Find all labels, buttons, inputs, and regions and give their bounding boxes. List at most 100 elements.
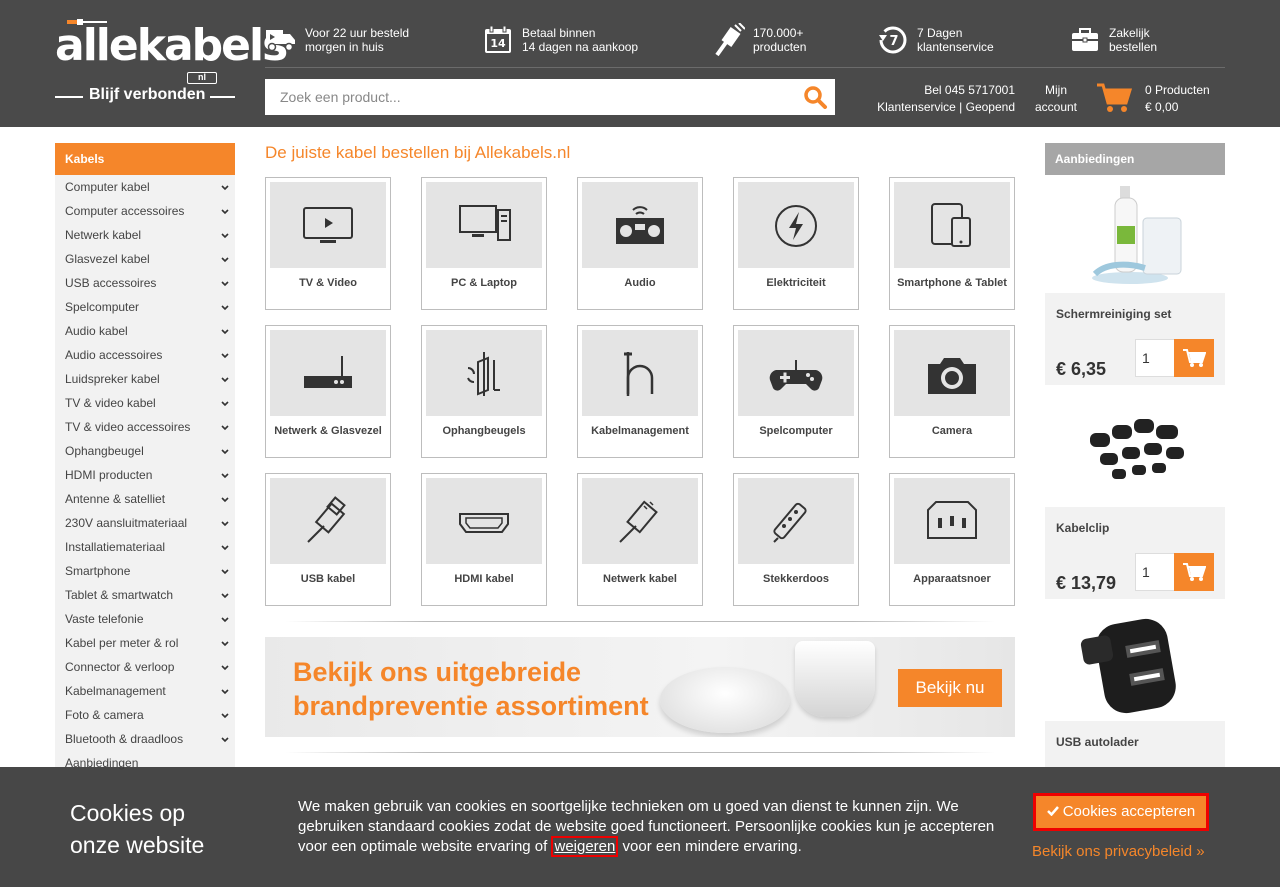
sidebar-item[interactable]: Vaste telefonie — [55, 607, 235, 631]
logo-slogan: Blijf verbonden — [89, 86, 206, 103]
category-tile[interactable]: HDMI kabel — [421, 473, 547, 606]
add-to-cart-button[interactable] — [1174, 553, 1214, 591]
sidebar-item-label: Antenne & satelliet — [65, 492, 166, 506]
category-label: Apparaatsnoer — [913, 573, 991, 585]
sidebar-item[interactable]: Smartphone — [55, 559, 235, 583]
category-tile[interactable]: PC & Laptop — [421, 177, 547, 310]
svg-text:14: 14 — [490, 37, 506, 50]
category-tile[interactable]: Elektriciteit — [733, 177, 859, 310]
chevron-down-icon — [221, 713, 229, 719]
category-tile[interactable]: Spelcomputer — [733, 325, 859, 458]
usp-service[interactable]: 7 7 Dagen klantenservice — [877, 22, 994, 58]
category-image — [426, 330, 542, 416]
usp-line2: bestellen — [1109, 40, 1158, 54]
product-name[interactable]: Schermreiniging set — [1056, 307, 1171, 321]
category-tile[interactable]: Netwerk kabel — [577, 473, 703, 606]
category-tile[interactable]: Netwerk & Glasvezel — [265, 325, 391, 458]
chevron-down-icon — [221, 185, 229, 191]
sidebar-item[interactable]: Luidspreker kabel — [55, 367, 235, 391]
banner-button[interactable]: Bekijk nu — [898, 669, 1002, 707]
sidebar-item[interactable]: Netwerk kabel — [55, 223, 235, 247]
divider — [285, 752, 995, 753]
sidebar-item[interactable]: Kabel per meter & rol — [55, 631, 235, 655]
sidebar-item[interactable]: HDMI producten — [55, 463, 235, 487]
sidebar-item[interactable]: Spelcomputer — [55, 295, 235, 319]
cart-summary[interactable]: 0 Producten € 0,00 — [1145, 82, 1210, 116]
sidebar-item[interactable]: USB accessoires — [55, 271, 235, 295]
category-tile[interactable]: TV & Video — [265, 177, 391, 310]
category-tile[interactable]: Kabelmanagement — [577, 325, 703, 458]
usp-payment[interactable]: 14 Betaal binnen 14 dagen na aankoop — [482, 22, 638, 58]
sidebar-item[interactable]: 230V aansluitmateriaal — [55, 511, 235, 535]
offer-body: Kabelclip € 13,79 1 — [1045, 507, 1225, 599]
category-tile[interactable]: USB kabel — [265, 473, 391, 606]
sidebar-item[interactable]: Tablet & smartwatch — [55, 583, 235, 607]
product-image[interactable] — [1045, 389, 1225, 507]
sidebar-item[interactable]: TV & video kabel — [55, 391, 235, 415]
sidebar-item-label: Connector & verloop — [65, 660, 175, 674]
logo[interactable]: allekabels nl Blijf verbonden — [55, 18, 288, 106]
sidebar-item[interactable]: Foto & camera — [55, 703, 235, 727]
sidebar-item[interactable]: Computer kabel — [55, 175, 235, 199]
contact-info[interactable]: Bel 045 5717001 Klantenservice | Geopend — [860, 82, 1015, 116]
category-tile[interactable]: Audio — [577, 177, 703, 310]
logo-wordmark: allekabels — [55, 20, 288, 71]
category-image — [270, 478, 386, 564]
sidebar-item[interactable]: Installatiemateriaal — [55, 535, 235, 559]
search-input[interactable] — [265, 79, 795, 115]
cable-plug-icon — [713, 23, 745, 57]
usp-business[interactable]: Zakelijk bestellen — [1069, 22, 1157, 58]
sidebar-item[interactable]: Computer accessoires — [55, 199, 235, 223]
category-image — [894, 330, 1010, 416]
sidebar-item[interactable]: Audio kabel — [55, 319, 235, 343]
category-tile[interactable]: Ophangbeugels — [421, 325, 547, 458]
offers-panel: Aanbiedingen Schermreiniging set € 6,35 … — [1045, 143, 1225, 813]
sidebar-item[interactable]: Audio accessoires — [55, 343, 235, 367]
offer-card: Schermreiniging set € 6,35 1 — [1045, 175, 1225, 389]
category-tile[interactable]: Smartphone & Tablet — [889, 177, 1015, 310]
chevron-down-icon — [221, 425, 229, 431]
usp-line1: Zakelijk — [1109, 26, 1150, 40]
usp-products[interactable]: 170.000+ producten — [713, 22, 806, 58]
quantity-input[interactable]: 1 — [1135, 339, 1175, 377]
product-name[interactable]: USB autolader — [1056, 735, 1139, 749]
cookie-title-line2: onze website — [70, 832, 205, 858]
account-link[interactable]: Mijn account — [1030, 82, 1082, 116]
sidebar-item[interactable]: Antenne & satelliet — [55, 487, 235, 511]
category-image — [582, 478, 698, 564]
category-tile[interactable]: Camera — [889, 325, 1015, 458]
cart-icon[interactable] — [1096, 82, 1133, 114]
sidebar-item[interactable]: Ophangbeugel — [55, 439, 235, 463]
product-name[interactable]: Kabelclip — [1056, 521, 1109, 535]
accept-cookies-button[interactable]: Cookies accepteren — [1033, 793, 1209, 831]
product-image[interactable] — [1045, 175, 1225, 293]
category-label: HDMI kabel — [454, 573, 514, 585]
usp-delivery[interactable]: Voor 22 uur besteld morgen in huis — [265, 22, 409, 58]
banner-text: Bekijk ons uitgebreide brandpreventie as… — [293, 655, 649, 723]
add-to-cart-button[interactable] — [1174, 339, 1214, 377]
offer-card: Kabelclip € 13,79 1 — [1045, 389, 1225, 603]
accept-cookies-label: Cookies accepteren — [1062, 803, 1196, 820]
cookie-title: Cookies op onze website — [70, 797, 270, 861]
category-tile[interactable]: Stekkerdoos — [733, 473, 859, 606]
sidebar-title[interactable]: Kabels — [55, 143, 235, 175]
privacy-policy-link[interactable]: Bekijk ons privacybeleid » — [1032, 843, 1205, 860]
sidebar-item[interactable]: Kabelmanagement — [55, 679, 235, 703]
product-image[interactable] — [1045, 603, 1225, 721]
sidebar-item[interactable]: Bluetooth & draadloos — [55, 727, 235, 751]
sidebar-item-label: Audio accessoires — [65, 348, 163, 362]
sidebar-item-label: 230V aansluitmateriaal — [65, 516, 188, 530]
promo-banner[interactable]: Bekijk ons uitgebreide brandpreventie as… — [265, 637, 1015, 737]
radio-icon — [616, 206, 664, 244]
refuse-cookies-link[interactable]: weigeren — [551, 836, 619, 857]
search-button[interactable] — [803, 85, 829, 109]
quantity-input[interactable]: 1 — [1135, 553, 1175, 591]
pc-icon — [459, 205, 511, 241]
banner-line1: Bekijk ons uitgebreide — [293, 657, 582, 687]
category-label: Netwerk & Glasvezel — [274, 425, 382, 437]
sidebar-item[interactable]: Glasvezel kabel — [55, 247, 235, 271]
category-tile[interactable]: Apparaatsnoer — [889, 473, 1015, 606]
account-line2: account — [1034, 100, 1078, 114]
sidebar-item[interactable]: Connector & verloop — [55, 655, 235, 679]
sidebar-item[interactable]: TV & video accessoires — [55, 415, 235, 439]
